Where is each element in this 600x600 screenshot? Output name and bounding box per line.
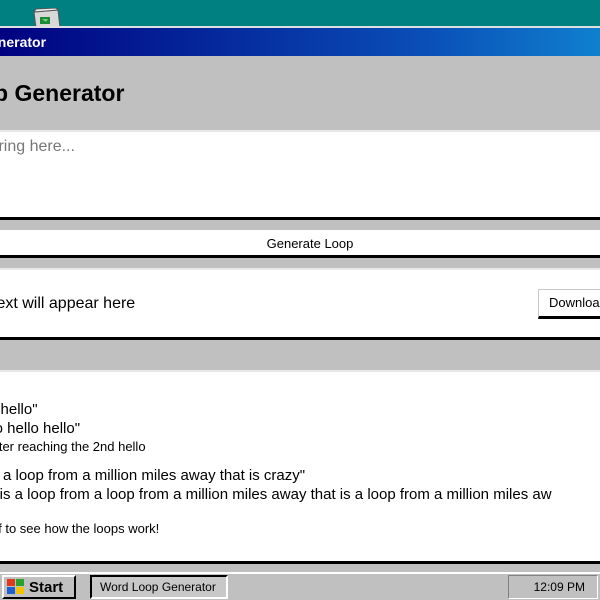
clock[interactable]: 12:09 PM <box>534 580 585 594</box>
example-note: after reaching the 2nd hello <box>0 439 146 454</box>
start-label: Start <box>29 578 64 596</box>
app-window: enerator op Generator Generate Loop text… <box>0 26 600 572</box>
generate-loop-button[interactable]: Generate Loop <box>0 230 600 258</box>
string-input[interactable] <box>0 138 600 216</box>
download-button[interactable]: Downloa <box>538 288 600 319</box>
window-titlebar[interactable]: enerator <box>0 28 600 56</box>
app-header: op Generator <box>0 56 600 130</box>
example-line: o hello" <box>0 401 38 418</box>
example-line: llo hello hello" <box>0 420 81 437</box>
app-title: op Generator <box>0 79 125 106</box>
output-container: text will appear here Downloa <box>0 268 600 340</box>
example-note: elf to see how the loops work! <box>0 521 160 536</box>
output-text: text will appear here <box>0 294 136 312</box>
system-tray: 12:09 PM <box>508 575 598 599</box>
example-line: is a loop from a million miles away that… <box>0 467 306 484</box>
taskbar-item-word-loop-generator[interactable]: Word Loop Generator <box>90 575 228 599</box>
window-title: enerator <box>0 34 47 50</box>
taskbar-item-label: Word Loop Generator <box>100 580 216 594</box>
windows-logo-icon <box>7 579 24 594</box>
start-button[interactable]: Start <box>2 575 76 599</box>
recycle-bin-icon[interactable] <box>30 7 64 29</box>
examples-panel: o hello" llo hello hello" after reaching… <box>0 370 600 564</box>
taskbar: Start Word Loop Generator 12:09 PM <box>0 572 600 600</box>
input-container <box>0 130 600 220</box>
example-line: s is a loop from a loop from a million m… <box>0 486 552 503</box>
